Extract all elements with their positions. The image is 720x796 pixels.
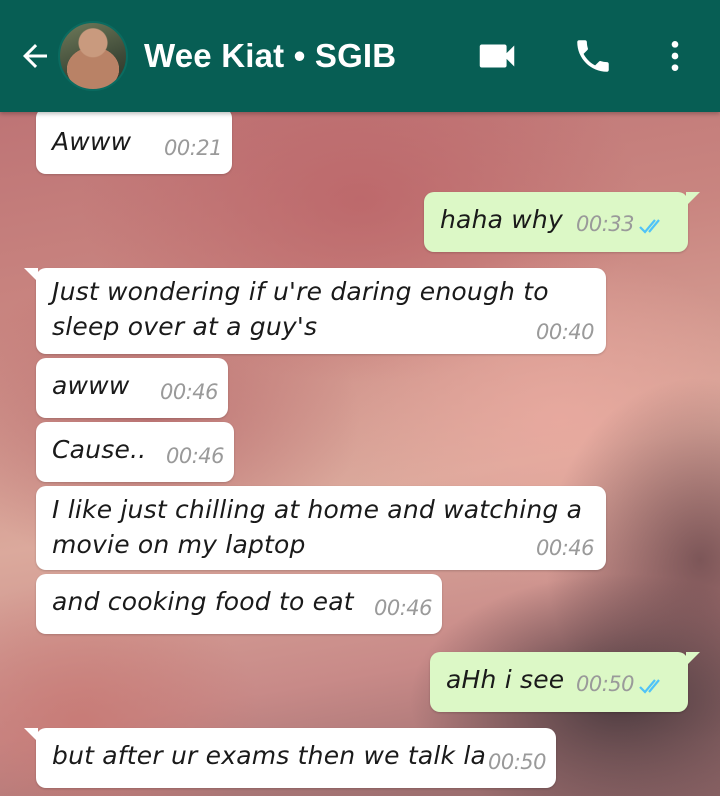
message-incoming[interactable]: awww 00:46 [36,358,228,418]
message-time: 00:33 [576,212,635,236]
read-ticks-icon [639,679,660,694]
message-text: Cause.. [52,435,147,464]
arrow-left-icon [23,44,47,68]
bubble-tail [686,652,700,666]
bubble-tail [686,192,700,206]
message-text: aHh i see [446,665,565,694]
message-incoming[interactable]: Awww 00:21 [36,108,232,174]
message-time: 00:50 [488,750,547,774]
message-text-line: sleep over at a guy's [52,312,318,341]
read-ticks-icon [639,219,660,234]
message-text: Awww [52,127,132,156]
bubble-tail [24,728,38,742]
message-time: 00:46 [536,536,595,560]
video-call-button[interactable] [470,30,524,82]
message-time: 00:46 [374,596,433,620]
message-text-line: I like just chilling at home and watchin… [52,495,583,524]
bubble-tail [24,268,38,282]
message-text: but after ur exams then we talk la [52,741,487,770]
message-incoming[interactable]: I like just chilling at home and watchin… [36,486,606,570]
message-text: awww [52,371,130,400]
contact-name[interactable]: Wee Kiat • SGIB [144,37,396,75]
message-time: 00:46 [160,380,219,404]
message-time: 00:21 [164,136,223,160]
message-text-line: Just wondering if u're daring enough to [52,277,549,306]
message-incoming[interactable]: but after ur exams then we talk la 00:50 [24,728,556,788]
message-incoming[interactable]: and cooking food to eat 00:46 [36,574,442,634]
message-time: 00:46 [166,444,225,468]
message-outgoing[interactable]: aHh i see 00:50 [430,652,700,712]
videocam-icon [479,44,515,68]
message-text: haha why [440,205,563,234]
chat-header: Wee Kiat • SGIB [0,0,720,112]
menu-button[interactable] [652,30,698,82]
message-text: and cooking food to eat [52,587,354,616]
voice-call-button[interactable] [566,30,620,82]
message-incoming[interactable]: Just wondering if u're daring enough to … [24,268,606,354]
message-text-line: movie on my laptop [52,530,306,559]
message-outgoing[interactable]: haha why 00:33 [424,192,700,252]
phone-icon [577,40,609,72]
message-time: 00:40 [536,320,595,344]
message-incoming[interactable]: Cause.. 00:46 [36,422,234,482]
more-vert-icon [671,41,679,71]
message-time: 00:50 [576,672,635,696]
contact-avatar[interactable] [58,21,128,91]
back-button[interactable] [12,26,58,86]
